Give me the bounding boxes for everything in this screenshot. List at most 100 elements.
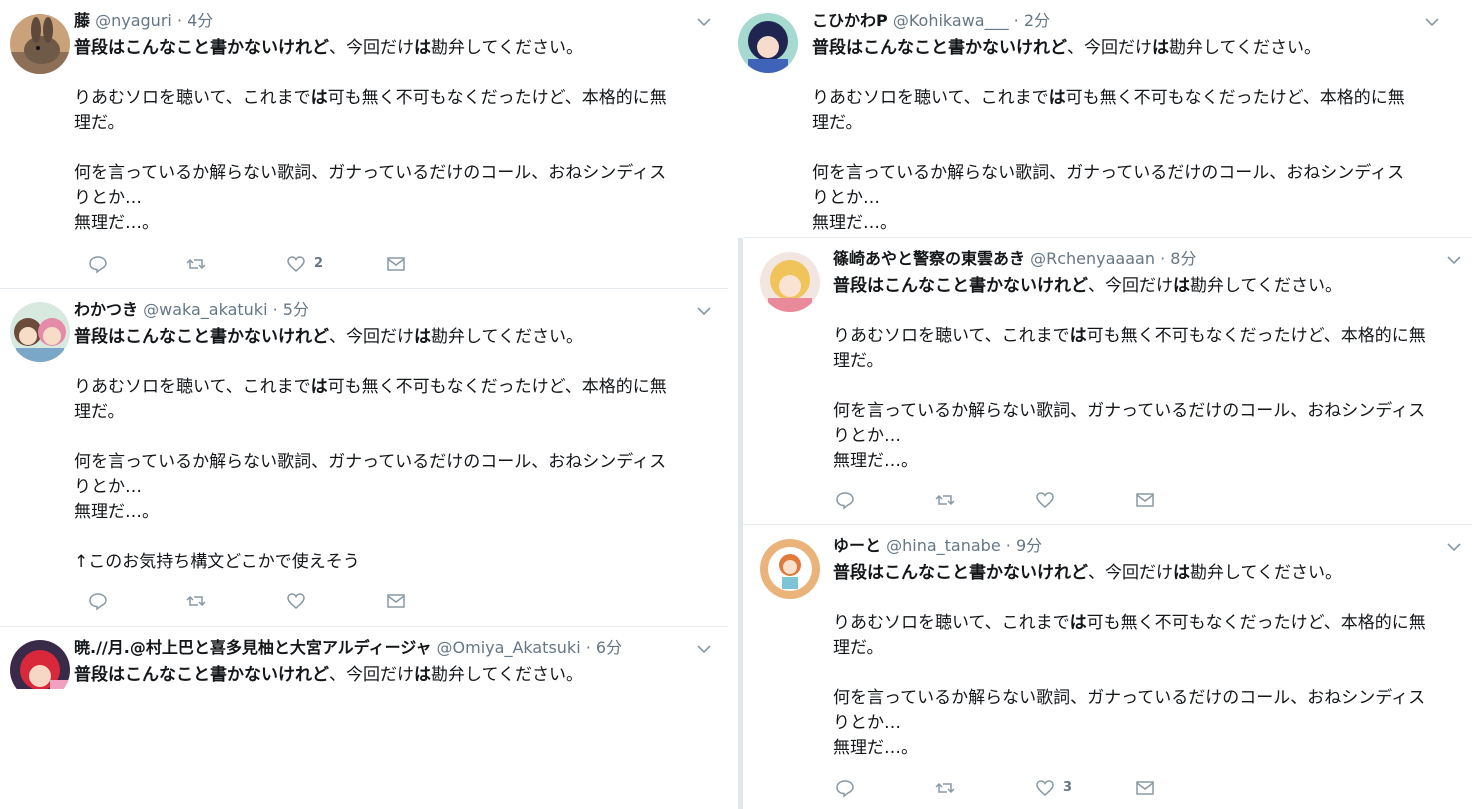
text: 理だ。 bbox=[833, 351, 884, 371]
reply-button[interactable] bbox=[835, 778, 855, 800]
envelope-icon bbox=[1136, 781, 1154, 795]
text: 理だ。 bbox=[74, 402, 125, 422]
tweet-actions bbox=[833, 490, 1193, 512]
display-name[interactable]: 藤 bbox=[74, 11, 90, 30]
text: 可も無く不可もなくだったけど、本格的に無 bbox=[1086, 326, 1426, 346]
message-button[interactable] bbox=[386, 254, 406, 276]
tweet-card[interactable]: 暁.//月.@村上巴と喜多見柚と大宮アルディージャ @Omiya_Akatsuk… bbox=[0, 627, 728, 689]
tweet-actions bbox=[74, 591, 434, 613]
like-button[interactable]: 2 bbox=[286, 254, 323, 276]
avatar[interactable] bbox=[760, 252, 820, 312]
user-handle[interactable]: @Omiya_Akatsuki bbox=[437, 638, 581, 657]
user-handle[interactable]: @waka_akatuki bbox=[143, 300, 267, 319]
text: 、今回だけ bbox=[1088, 563, 1173, 583]
display-name[interactable]: ゆーと bbox=[833, 536, 881, 555]
avatar[interactable] bbox=[760, 539, 820, 599]
text: りあむソロを聴いて、これまで bbox=[833, 613, 1070, 633]
tweet-card[interactable]: 藤 @nyaguri · 4分 普段はこんなこと書かないけれど、今回だけは勘弁し… bbox=[0, 0, 728, 288]
chevron-down-icon[interactable] bbox=[696, 303, 712, 319]
text: りあむソロを聴いて、これまで bbox=[833, 326, 1070, 346]
reply-button[interactable] bbox=[88, 254, 108, 276]
avatar[interactable] bbox=[10, 302, 70, 362]
user-handle[interactable]: @Kohikawa___ bbox=[893, 11, 1009, 30]
avatar[interactable] bbox=[10, 14, 70, 74]
chevron-down-icon[interactable] bbox=[1446, 539, 1462, 555]
avatar[interactable] bbox=[10, 640, 70, 689]
chibi-avatar-icon bbox=[760, 539, 820, 599]
heart-icon bbox=[287, 593, 305, 609]
tweet-card[interactable]: わかつき @waka_akatuki · 5分 普段はこんなこと書かないけれど、… bbox=[0, 289, 728, 625]
separator-dot: · bbox=[1005, 536, 1011, 555]
text: りとか… bbox=[833, 426, 901, 446]
text: 勘弁してください。 bbox=[431, 38, 583, 58]
tweet-card[interactable]: ゆーと @hina_tanabe · 9分 普段はこんなこと書かないけれど、今回… bbox=[750, 525, 1472, 809]
like-count: 2 bbox=[314, 256, 324, 271]
text: りとか… bbox=[833, 713, 901, 733]
heart-icon bbox=[1036, 780, 1054, 796]
text-bold: は bbox=[1173, 563, 1190, 583]
avatar[interactable] bbox=[738, 13, 798, 73]
chevron-down-icon[interactable] bbox=[696, 641, 712, 657]
red-hair-avatar-icon bbox=[10, 640, 70, 689]
display-name[interactable]: わかつき bbox=[74, 300, 138, 319]
heart-icon bbox=[1036, 492, 1054, 508]
text-bold: は bbox=[414, 665, 431, 685]
timestamp[interactable]: 9分 bbox=[1016, 536, 1042, 555]
text-bold: は bbox=[1069, 613, 1087, 633]
text: 勘弁してください。 bbox=[431, 327, 583, 347]
user-handle[interactable]: @hina_tanabe bbox=[886, 536, 1001, 555]
display-name[interactable]: 暁.//月.@村上巴と喜多見柚と大宮アルディージャ bbox=[74, 638, 431, 657]
chevron-down-icon[interactable] bbox=[1424, 14, 1440, 30]
user-handle[interactable]: @nyaguri bbox=[95, 11, 172, 30]
heart-icon bbox=[287, 256, 305, 272]
text: 無理だ…。 bbox=[74, 213, 159, 233]
display-name[interactable]: こひかわP bbox=[812, 11, 888, 30]
reply-button[interactable] bbox=[835, 490, 855, 512]
tweet-text: 普段はこんなこと書かないけれど、今回だけは勘弁してください。 りあむソロを聴いて… bbox=[833, 561, 1426, 761]
envelope-icon bbox=[387, 594, 405, 608]
chevron-down-icon[interactable] bbox=[1446, 252, 1462, 268]
tweet-text: 普段はこんなこと書かないけれど、今回だけは勘弁してください。 りあむソロを聴いて… bbox=[74, 36, 667, 236]
retweet-icon bbox=[186, 595, 206, 607]
text: 勘弁してください。 bbox=[1190, 276, 1342, 296]
text-bold: 普段はこんなこと書かないけれど bbox=[833, 563, 1088, 583]
anime-girls-avatar-icon bbox=[10, 302, 70, 362]
text-bold: 普段はこんなこと書かないけれど bbox=[812, 38, 1067, 58]
chevron-down-icon[interactable] bbox=[696, 14, 712, 30]
tweet-card[interactable]: 篠崎あやと警察の東雲あき @Rchenyaaaan · 8分 普段はこんなこと書… bbox=[750, 238, 1472, 524]
message-button[interactable] bbox=[386, 591, 406, 613]
text: 何を言っているか解らない歌詞、ガナっているだけのコール、おねシンディス bbox=[74, 163, 667, 183]
user-handle[interactable]: @Rchenyaaaan bbox=[1030, 249, 1155, 268]
timestamp[interactable]: 2分 bbox=[1024, 11, 1050, 30]
timestamp[interactable]: 6分 bbox=[596, 638, 622, 657]
text: 無理だ…。 bbox=[812, 213, 897, 233]
separator-dot: · bbox=[272, 300, 278, 319]
tweet-card[interactable]: こひかわP @Kohikawa___ · 2分 普段はこんなこと書かないけれど、… bbox=[728, 0, 1472, 236]
timestamp[interactable]: 8分 bbox=[1170, 249, 1196, 268]
message-button[interactable] bbox=[1135, 490, 1155, 512]
retweet-button[interactable] bbox=[935, 490, 955, 512]
text: 何を言っているか解らない歌詞、ガナっているだけのコール、おねシンディス bbox=[812, 163, 1405, 183]
text: 無理だ…。 bbox=[74, 502, 159, 522]
retweet-button[interactable] bbox=[186, 254, 206, 276]
text: 、今回だけ bbox=[1067, 38, 1152, 58]
retweet-button[interactable] bbox=[186, 591, 206, 613]
reply-button[interactable] bbox=[88, 591, 108, 613]
display-name[interactable]: 篠崎あやと警察の東雲あき bbox=[833, 249, 1025, 268]
reply-icon bbox=[836, 780, 854, 798]
text-bold: は bbox=[1048, 88, 1066, 108]
timestamp[interactable]: 5分 bbox=[283, 300, 309, 319]
retweet-button[interactable] bbox=[935, 778, 955, 800]
text: 可も無く不可もなくだったけど、本格的に無 bbox=[1065, 88, 1405, 108]
blonde-avatar-icon bbox=[760, 252, 820, 312]
text-bold: は bbox=[1069, 326, 1087, 346]
text: りあむソロを聴いて、これまで bbox=[812, 88, 1049, 108]
text: 可も無く不可もなくだったけど、本格的に無 bbox=[1086, 613, 1426, 633]
like-button[interactable] bbox=[1035, 490, 1055, 512]
text-bold: は bbox=[310, 377, 328, 397]
like-button[interactable]: 3 bbox=[1035, 778, 1072, 800]
text: りとか… bbox=[74, 188, 142, 208]
message-button[interactable] bbox=[1135, 778, 1155, 800]
like-button[interactable] bbox=[286, 591, 306, 613]
timestamp[interactable]: 4分 bbox=[187, 11, 213, 30]
